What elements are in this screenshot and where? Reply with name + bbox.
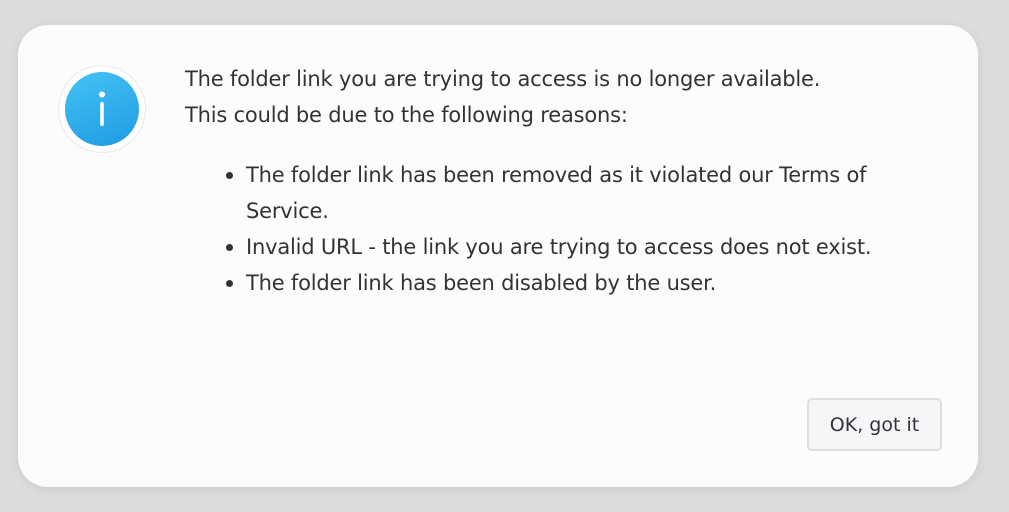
reason-item: The folder link has been removed as it v…	[226, 157, 885, 229]
reasons-list: The folder link has been removed as it v…	[185, 157, 885, 301]
reason-item: The folder link has been disabled by the…	[226, 265, 885, 301]
info-icon	[58, 65, 146, 153]
info-dialog: The folder link you are trying to access…	[18, 25, 978, 487]
info-glyph	[99, 91, 105, 126]
reason-text: The folder link has been removed as it v…	[246, 163, 867, 223]
message-intro: The folder link you are trying to access…	[185, 67, 821, 127]
info-icon-disc	[65, 72, 139, 146]
reason-item: Invalid URL - the link you are trying to…	[226, 229, 885, 265]
reason-text: Invalid URL - the link you are trying to…	[246, 235, 872, 259]
reason-text: The folder link has been disabled by the…	[246, 271, 717, 295]
dialog-message: The folder link you are trying to access…	[185, 61, 885, 301]
ok-got-it-button[interactable]: OK, got it	[807, 398, 942, 451]
